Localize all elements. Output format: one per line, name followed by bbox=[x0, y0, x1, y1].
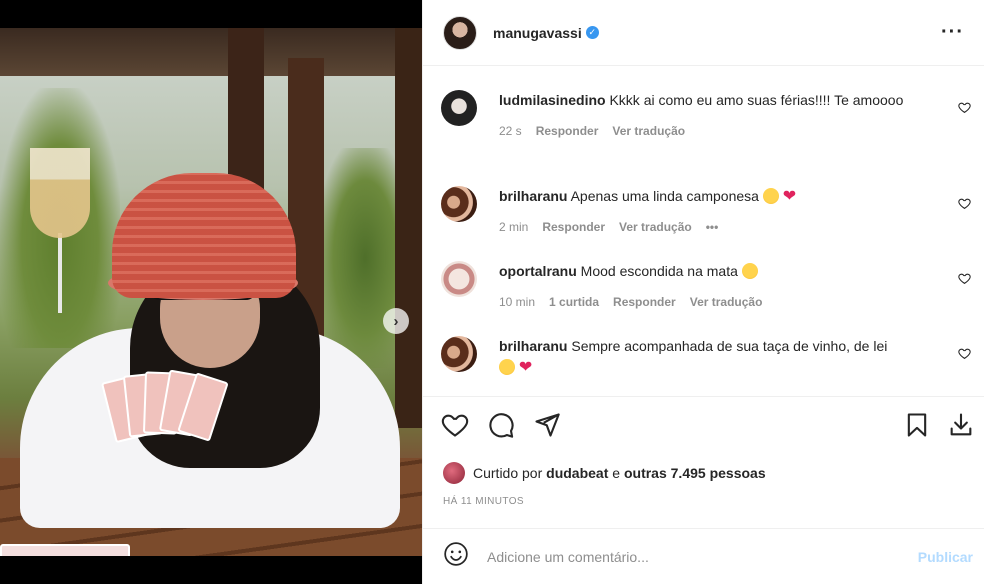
photo-bucket-hat bbox=[112, 173, 296, 298]
carousel-next-button[interactable]: › bbox=[383, 308, 409, 334]
comment-like-icon[interactable] bbox=[958, 101, 971, 114]
reply-button[interactable]: Responder bbox=[613, 292, 676, 313]
post-header: manugavassi ✓ ··· bbox=[423, 0, 984, 66]
add-comment-bar: Publicar bbox=[423, 528, 984, 584]
publish-button[interactable]: Publicar bbox=[918, 549, 973, 565]
comment-item: brilharanu Apenas uma linda camponesa ❤ … bbox=[441, 186, 981, 238]
more-options-icon[interactable]: ··· bbox=[941, 21, 964, 44]
likes-prefix: Curtido por bbox=[473, 465, 543, 481]
photo-card-deck bbox=[0, 544, 130, 556]
comment-avatar[interactable] bbox=[441, 186, 477, 222]
comment-time[interactable]: 10 min bbox=[499, 292, 535, 313]
comment-avatar[interactable] bbox=[441, 90, 477, 126]
photo-roof bbox=[0, 28, 422, 76]
comment-item: oportalranu Mood escondida na mata 10 mi… bbox=[441, 261, 981, 313]
author-username[interactable]: manugavassi bbox=[493, 25, 582, 41]
comment-username[interactable]: oportalranu bbox=[499, 263, 577, 279]
comment-meta: 22 s Responder Ver tradução bbox=[499, 121, 939, 142]
red-heart-icon: ❤ bbox=[782, 188, 797, 205]
comment-meta: 10 min 1 curtida Responder Ver tradução bbox=[499, 292, 939, 313]
author-avatar[interactable] bbox=[443, 15, 477, 50]
comment-time[interactable]: 2 min bbox=[499, 217, 528, 238]
comment-body: oportalranu Mood escondida na mata 10 mi… bbox=[499, 261, 939, 313]
verified-badge-icon: ✓ bbox=[585, 26, 599, 39]
likes-others-link[interactable]: outras 7.495 pessoas bbox=[624, 465, 766, 481]
photo-post bbox=[395, 28, 422, 428]
comment-input[interactable] bbox=[487, 548, 887, 565]
reply-button[interactable]: Responder bbox=[536, 121, 599, 142]
comment-icon[interactable] bbox=[487, 411, 515, 439]
comment-likes-count[interactable]: 1 curtida bbox=[549, 292, 599, 313]
translate-button[interactable]: Ver tradução bbox=[690, 292, 763, 313]
send-icon[interactable] bbox=[533, 411, 561, 439]
comment-text: Kkkk ai como eu amo suas férias!!!! Te a… bbox=[609, 92, 904, 108]
post-sidebar: manugavassi ✓ ··· ludmilasinedino Kkkk a… bbox=[422, 0, 984, 584]
comment-like-icon[interactable] bbox=[958, 197, 971, 210]
comment-text: Apenas uma linda camponesa bbox=[570, 188, 759, 204]
comment-text: Mood escondida na mata bbox=[580, 263, 738, 279]
bookmark-icon[interactable] bbox=[903, 411, 931, 439]
liker-username[interactable]: dudabeat bbox=[546, 465, 608, 481]
laughing-face-icon bbox=[741, 263, 758, 279]
comment-avatar[interactable] bbox=[441, 336, 477, 372]
comment-time[interactable]: 22 s bbox=[499, 121, 522, 142]
comment-username[interactable]: ludmilasinedino bbox=[499, 92, 606, 108]
reply-button[interactable]: Responder bbox=[542, 217, 605, 238]
photo-wine-glass bbox=[30, 148, 90, 238]
comment-body: ludmilasinedino Kkkk ai como eu amo suas… bbox=[499, 90, 939, 142]
comment-options-icon[interactable]: ••• bbox=[706, 217, 719, 238]
comment-like-icon[interactable] bbox=[958, 347, 971, 360]
download-icon[interactable] bbox=[947, 411, 975, 439]
heart-icon[interactable] bbox=[441, 411, 469, 439]
post-timestamp[interactable]: HÁ 11 MINUTOS bbox=[443, 496, 524, 507]
post-photo[interactable]: › bbox=[0, 28, 422, 556]
comment-username[interactable]: brilharanu bbox=[499, 338, 567, 354]
photo-wine-glass-stem bbox=[58, 233, 62, 313]
translate-button[interactable]: Ver tradução bbox=[612, 121, 685, 142]
comment-body: brilharanu Sempre acompanhada de sua taç… bbox=[499, 336, 939, 378]
laughing-face-icon bbox=[762, 188, 779, 204]
comment-username[interactable]: brilharanu bbox=[499, 188, 567, 204]
post-actions bbox=[423, 396, 984, 454]
laughing-face-icon bbox=[499, 359, 515, 375]
comment-meta: 2 min Responder Ver tradução ••• bbox=[499, 217, 939, 238]
liker-avatar[interactable] bbox=[443, 462, 465, 484]
comment-body: brilharanu Apenas uma linda camponesa ❤ … bbox=[499, 186, 939, 238]
red-heart-icon: ❤ bbox=[518, 359, 533, 376]
comment-text: Sempre acompanhada de sua taça de vinho,… bbox=[571, 338, 888, 354]
emoji-picker-icon[interactable] bbox=[443, 541, 469, 572]
comment-item: brilharanu Sempre acompanhada de sua taç… bbox=[441, 336, 981, 378]
comment-avatar[interactable] bbox=[441, 261, 477, 297]
photo-playing-cards bbox=[101, 369, 238, 444]
comment-item: ludmilasinedino Kkkk ai como eu amo suas… bbox=[441, 90, 981, 142]
post-media: › bbox=[0, 0, 422, 584]
likes-summary: Curtido por dudabeat e outras 7.495 pess… bbox=[443, 462, 766, 484]
translate-button[interactable]: Ver tradução bbox=[619, 217, 692, 238]
likes-connector: e bbox=[612, 465, 621, 481]
comment-like-icon[interactable] bbox=[958, 272, 971, 285]
comments-list: ludmilasinedino Kkkk ai como eu amo suas… bbox=[423, 66, 984, 396]
